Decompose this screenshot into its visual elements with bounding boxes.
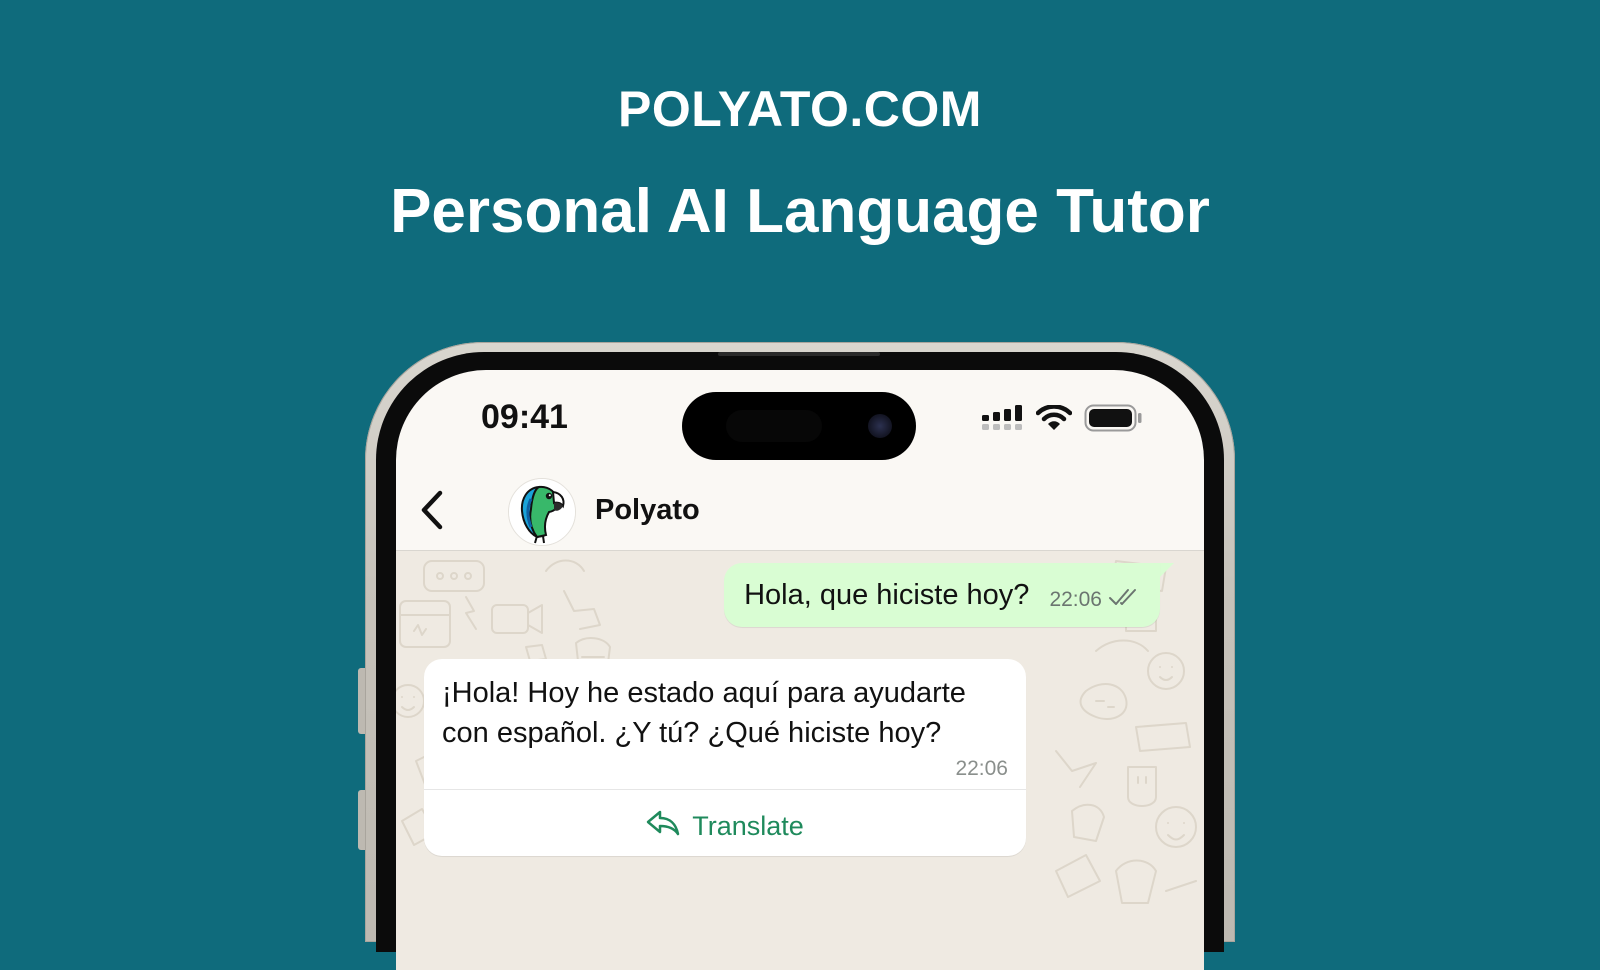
phone-screen: 09:41 Polyato Hola, que hiciste hoy? 22:… [396, 370, 1204, 970]
message-time: 22:06 [1049, 588, 1102, 611]
double-check-icon [1108, 587, 1138, 613]
front-camera-icon [868, 414, 892, 438]
translate-label: Translate [692, 810, 804, 841]
bubble-tail [1158, 563, 1174, 579]
parrot-avatar-icon [509, 479, 575, 545]
translate-button[interactable]: Translate [424, 790, 1026, 856]
message-text: ¡Hola! Hoy he estado aquí para ayudarte … [442, 677, 966, 749]
status-time: 09:41 [481, 398, 568, 436]
island-sensor [726, 410, 822, 442]
avatar[interactable] [508, 478, 576, 546]
message-text: Hola, que hiciste hoy? [744, 579, 1030, 611]
incoming-message[interactable]: ¡Hola! Hoy he estado aquí para ayudarte … [424, 659, 1026, 856]
tagline-heading: Personal AI Language Tutor [390, 177, 1210, 246]
phone-speaker-grille [718, 352, 880, 356]
cellular-signal-icon [982, 405, 1024, 436]
chevron-left-icon [418, 490, 446, 535]
back-button[interactable] [414, 488, 450, 536]
status-icons [982, 404, 1142, 437]
chat-header: Polyato [396, 474, 1204, 551]
message-time: 22:06 [955, 757, 1008, 780]
wifi-icon [1035, 404, 1073, 436]
site-url: POLYATO.COM [618, 81, 982, 137]
message-meta: 22:06 [1049, 587, 1138, 613]
chat-area[interactable]: Hola, que hiciste hoy? 22:06 ¡Hola! Hoy … [396, 551, 1204, 970]
translate-icon [646, 808, 680, 845]
outgoing-message[interactable]: Hola, que hiciste hoy? 22:06 [724, 563, 1160, 627]
contact-name[interactable]: Polyato [595, 494, 700, 527]
battery-icon [1084, 404, 1142, 437]
dynamic-island [682, 392, 916, 460]
